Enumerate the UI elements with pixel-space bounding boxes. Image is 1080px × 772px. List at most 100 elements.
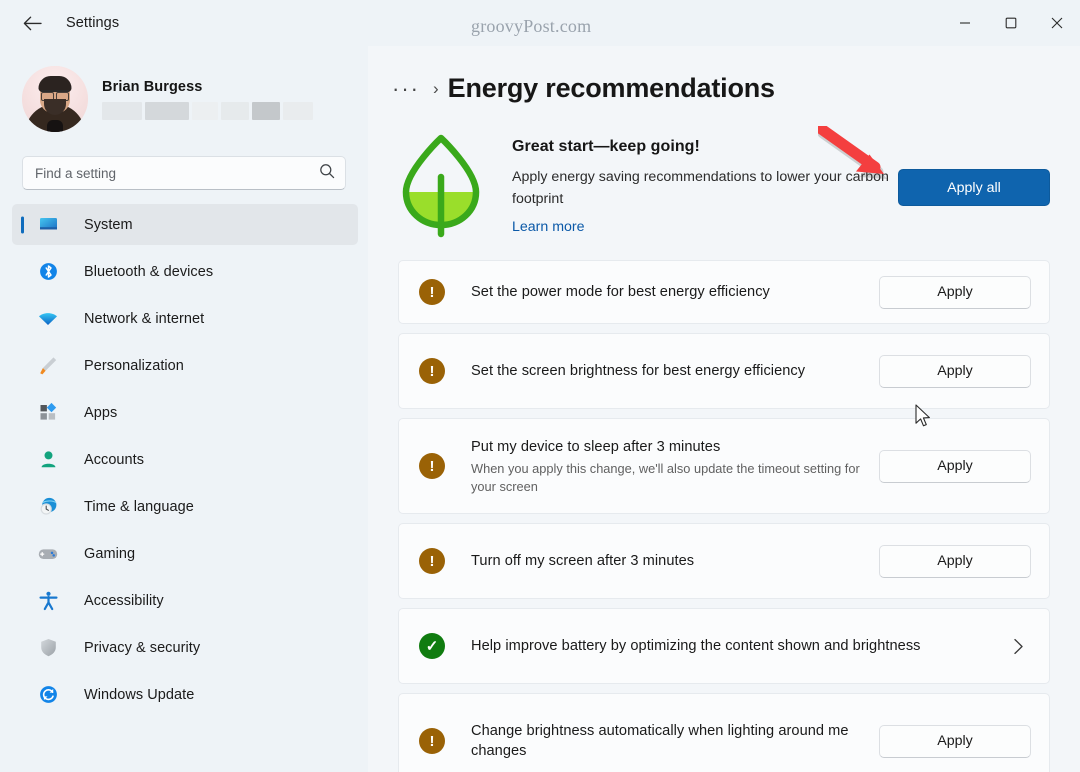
recommendation-description: When you apply this change, we'll also u… <box>471 460 860 494</box>
sidebar-item-accessibility[interactable]: Accessibility <box>12 580 358 621</box>
chevron-right-icon[interactable] <box>1005 638 1031 655</box>
apply-button[interactable]: Apply <box>879 724 1031 758</box>
close-button[interactable] <box>1034 0 1080 46</box>
recommendation-title: Turn off my screen after 3 minutes <box>471 553 695 569</box>
sidebar-item-label: Gaming <box>84 545 136 562</box>
app-title: Settings <box>66 15 120 31</box>
minimize-icon <box>959 17 971 29</box>
hero-description: Apply energy saving recommendations to l… <box>512 169 889 207</box>
sidebar-item-time-language[interactable]: Time & language <box>12 486 358 527</box>
sidebar-item-label: Accessibility <box>84 592 164 609</box>
maximize-button[interactable] <box>988 0 1034 46</box>
person-icon <box>36 448 60 472</box>
sidebar-item-label: System <box>84 216 133 233</box>
account-row[interactable]: Brian Burgess <box>0 58 368 140</box>
search-input[interactable] <box>35 165 313 181</box>
main-content: ··· › Energy recommendations Great start… <box>368 46 1080 772</box>
warning-icon: ! <box>419 728 445 754</box>
sidebar-item-system[interactable]: System <box>12 204 358 245</box>
breadcrumb-separator-icon: › <box>432 78 439 98</box>
sidebar-item-label: Accounts <box>84 451 145 468</box>
recommendation-body: Put my device to sleep after 3 minutes W… <box>471 437 879 496</box>
settings-window: Settings groovyPost.com Brian Burgess Fi… <box>0 0 1080 772</box>
recommendation-title: Help improve battery by optimizing the c… <box>471 638 921 654</box>
wifi-icon <box>36 307 60 331</box>
recommendation-row: ! Set the power mode for best energy eff… <box>398 260 1050 324</box>
account-text: Brian Burgess <box>102 79 313 120</box>
close-icon <box>1051 17 1063 29</box>
warning-icon: ! <box>419 358 445 384</box>
apply-button[interactable]: Apply <box>879 354 1031 388</box>
clock-globe-icon <box>36 495 60 519</box>
apply-button[interactable]: Apply <box>879 544 1031 578</box>
success-check-icon: ✓ <box>419 633 445 659</box>
bluetooth-icon <box>36 260 60 284</box>
sidebar-item-bluetooth-devices[interactable]: Bluetooth & devices <box>12 251 358 292</box>
page-title: Energy recommendations <box>447 73 775 103</box>
recommendations-list: ! Set the power mode for best energy eff… <box>368 260 1080 772</box>
recommendation-row: ! Put my device to sleep after 3 minutes… <box>398 418 1050 514</box>
hero-banner: Great start—keep going! Apply energy sav… <box>368 108 1080 243</box>
minimize-button[interactable] <box>942 0 988 46</box>
apply-button[interactable]: Apply <box>879 275 1031 309</box>
account-name: Brian Burgess <box>102 78 203 95</box>
avatar <box>22 66 88 132</box>
paintbrush-icon <box>36 354 60 378</box>
hero-title: Great start—keep going! <box>512 138 700 155</box>
search-icon <box>319 163 335 184</box>
sidebar-item-network-internet[interactable]: Network & internet <box>12 298 358 339</box>
warning-icon: ! <box>419 453 445 479</box>
recommendation-title: Set the screen brightness for best energ… <box>471 363 806 379</box>
maximize-icon <box>1005 17 1017 29</box>
warning-icon: ! <box>419 279 445 305</box>
sidebar-item-personalization[interactable]: Personalization <box>12 345 358 386</box>
sidebar-item-label: Bluetooth & devices <box>84 263 214 280</box>
recommendation-row: ! Turn off my screen after 3 minutes App… <box>398 523 1050 599</box>
recommendation-body: Set the screen brightness for best energ… <box>471 361 879 381</box>
sidebar-item-apps[interactable]: Apps <box>12 392 358 433</box>
sidebar-item-label: Windows Update <box>84 686 195 703</box>
back-arrow-icon <box>23 16 42 31</box>
recommendation-row[interactable]: ✓ Help improve battery by optimizing the… <box>398 608 1050 684</box>
apps-icon <box>36 401 60 425</box>
apply-all-button[interactable]: Apply all <box>898 169 1050 206</box>
shield-icon <box>36 636 60 660</box>
recommendation-title: Set the power mode for best energy effic… <box>471 284 770 300</box>
breadcrumb-overflow-button[interactable]: ··· <box>386 74 426 104</box>
recommendation-row: ! Change brightness automatically when l… <box>398 693 1050 772</box>
recommendation-body: Turn off my screen after 3 minutes <box>471 551 879 571</box>
warning-icon: ! <box>419 548 445 574</box>
sidebar-item-windows-update[interactable]: Windows Update <box>12 674 358 715</box>
sidebar-item-label: Privacy & security <box>84 639 201 656</box>
recommendation-body: Change brightness automatically when lig… <box>471 721 879 761</box>
apply-button[interactable]: Apply <box>879 449 1031 483</box>
sidebar-item-label: Personalization <box>84 357 184 374</box>
recommendation-row: ! Set the screen brightness for best ene… <box>398 333 1050 409</box>
sidebar-item-privacy-security[interactable]: Privacy & security <box>12 627 358 668</box>
breadcrumb: ··· › Energy recommendations <box>368 46 1080 108</box>
sidebar-item-gaming[interactable]: Gaming <box>12 533 358 574</box>
sidebar-item-label: Time & language <box>84 498 194 515</box>
recommendation-body: Help improve battery by optimizing the c… <box>471 636 1005 656</box>
title-bar-left: Settings <box>0 0 119 46</box>
watermark: groovyPost.com <box>471 16 592 36</box>
update-refresh-icon <box>36 683 60 707</box>
green-leaf-icon <box>398 130 484 243</box>
sidebar-nav: System Bluetooth & devices Network & int… <box>0 204 368 715</box>
accessibility-icon <box>36 589 60 613</box>
learn-more-link[interactable]: Learn more <box>512 219 585 235</box>
window-controls <box>942 0 1080 46</box>
back-button[interactable] <box>14 7 50 39</box>
recommendation-title: Put my device to sleep after 3 minutes <box>471 438 721 455</box>
search-box[interactable] <box>22 156 346 190</box>
sidebar-item-label: Apps <box>84 404 118 421</box>
account-email-redacted <box>102 101 313 120</box>
monitor-icon <box>36 213 60 237</box>
recommendation-body: Set the power mode for best energy effic… <box>471 282 879 302</box>
recommendation-title: Change brightness automatically when lig… <box>471 723 849 759</box>
sidebar-item-label: Network & internet <box>84 310 205 327</box>
sidebar: Brian Burgess Find a setting System Blue… <box>0 46 368 772</box>
gamepad-icon <box>36 542 60 566</box>
sidebar-item-accounts[interactable]: Accounts <box>12 439 358 480</box>
title-bar: Settings groovyPost.com <box>0 0 1080 46</box>
